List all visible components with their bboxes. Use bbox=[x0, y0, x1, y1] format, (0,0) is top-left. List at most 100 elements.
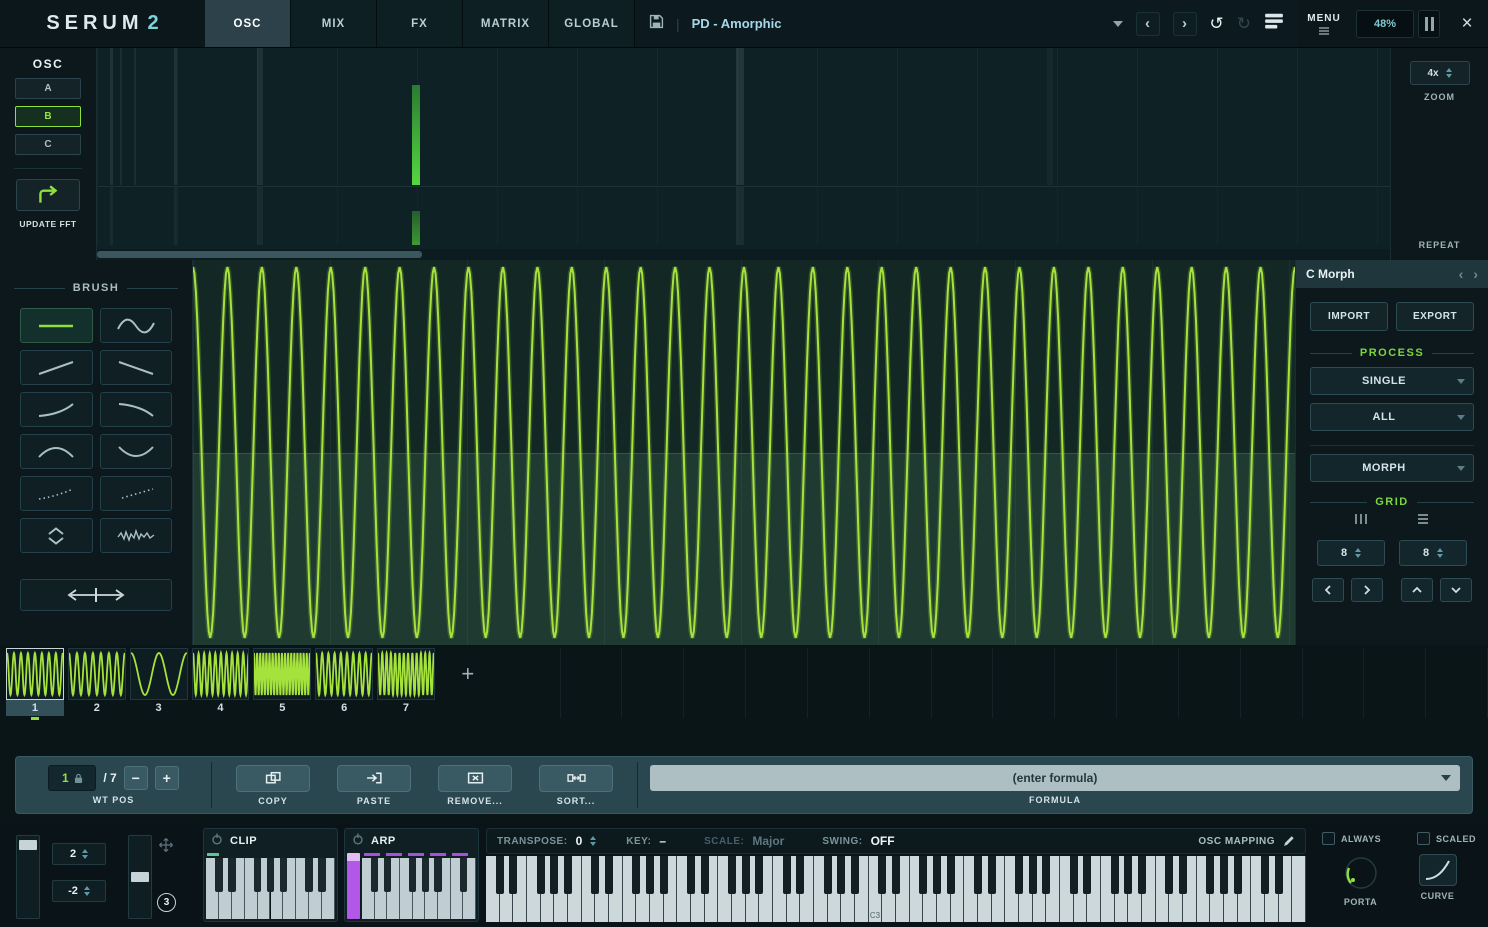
swing-value[interactable]: OFF bbox=[871, 834, 895, 848]
move-icon[interactable] bbox=[158, 837, 174, 858]
piano-black-key[interactable] bbox=[228, 858, 235, 892]
osc-c-button[interactable]: C bbox=[15, 134, 81, 155]
arp-mini-keyboard[interactable] bbox=[362, 858, 476, 919]
piano-black-key[interactable] bbox=[1124, 856, 1132, 894]
sort-button[interactable] bbox=[539, 765, 613, 792]
piano-black-key[interactable] bbox=[460, 858, 467, 892]
scale-value[interactable]: Major bbox=[752, 834, 784, 848]
nudge-up-button[interactable] bbox=[1401, 578, 1433, 602]
tab-fx[interactable]: FX bbox=[377, 0, 463, 47]
add-frame-button[interactable]: + bbox=[439, 648, 497, 700]
piano-black-key[interactable] bbox=[701, 856, 709, 894]
piano-black-key[interactable] bbox=[280, 858, 287, 892]
brush-ramp-up-button[interactable] bbox=[20, 350, 93, 385]
fft-zoom-stepper[interactable]: 4x bbox=[1410, 61, 1470, 85]
morph-prev-button[interactable]: ‹ bbox=[1459, 266, 1464, 282]
piano-keyboard[interactable]: C3 bbox=[486, 856, 1306, 922]
brush-line-button[interactable] bbox=[20, 308, 93, 343]
stepper-arrows-icon[interactable] bbox=[1446, 68, 1452, 78]
voices-badge[interactable]: 3 bbox=[157, 893, 176, 912]
tab-matrix[interactable]: MATRIX bbox=[463, 0, 549, 47]
piano-white-key[interactable] bbox=[1292, 856, 1306, 922]
piano-black-key[interactable] bbox=[1111, 856, 1119, 894]
power-icon[interactable] bbox=[211, 832, 223, 850]
piano-black-key[interactable] bbox=[537, 856, 545, 894]
grid-columns-icon[interactable] bbox=[1353, 512, 1369, 530]
piano-black-key[interactable] bbox=[796, 856, 804, 894]
piano-black-key[interactable] bbox=[1179, 856, 1187, 894]
unison-slider[interactable] bbox=[16, 835, 40, 919]
wavetable-frame[interactable]: 2 bbox=[68, 648, 126, 716]
brush-noise-button[interactable] bbox=[100, 518, 173, 553]
piano-black-key[interactable] bbox=[1275, 856, 1283, 894]
osc-a-button[interactable]: A bbox=[15, 78, 81, 99]
piano-black-key[interactable] bbox=[318, 858, 325, 892]
piano-black-key[interactable] bbox=[1165, 856, 1173, 894]
piano-black-key[interactable] bbox=[605, 856, 613, 894]
curve-button[interactable] bbox=[1419, 854, 1457, 886]
piano-black-key[interactable] bbox=[591, 856, 599, 894]
tab-global[interactable]: GLOBAL bbox=[549, 0, 635, 47]
preset-name[interactable]: PD - Amorphic bbox=[692, 16, 782, 31]
osc-mapping-button[interactable]: OSC MAPPING bbox=[1198, 835, 1295, 847]
arp-velocity-bar[interactable] bbox=[347, 853, 360, 919]
brush-curve-up-button[interactable] bbox=[20, 392, 93, 427]
remove-button[interactable] bbox=[438, 765, 512, 792]
copy-button[interactable] bbox=[236, 765, 310, 792]
wt-pos-value-box[interactable]: 1 bbox=[48, 765, 96, 791]
frame-thumbnail[interactable] bbox=[253, 648, 311, 700]
piano-black-key[interactable] bbox=[783, 856, 791, 894]
scaled-checkbox-group[interactable]: SCALED bbox=[1417, 832, 1476, 845]
process-target-dropdown[interactable]: ALL bbox=[1310, 403, 1474, 431]
grid-rows-stepper[interactable]: 8 bbox=[1399, 540, 1467, 566]
piano-black-key[interactable] bbox=[254, 858, 261, 892]
piano-black-key[interactable] bbox=[422, 858, 429, 892]
tab-osc[interactable]: OSC bbox=[205, 0, 291, 47]
piano-black-key[interactable] bbox=[824, 856, 832, 894]
brush-ramp-down-button[interactable] bbox=[100, 350, 173, 385]
piano-black-key[interactable] bbox=[974, 856, 982, 894]
frame-thumbnail[interactable] bbox=[315, 648, 373, 700]
piano-black-key[interactable] bbox=[1015, 856, 1023, 894]
piano-black-key[interactable] bbox=[947, 856, 955, 894]
brush-dotted-ramp-steep-button[interactable] bbox=[100, 476, 173, 511]
scaled-checkbox[interactable] bbox=[1417, 832, 1430, 845]
morph-next-button[interactable]: › bbox=[1473, 266, 1478, 282]
export-button[interactable]: EXPORT bbox=[1396, 302, 1474, 331]
piano-black-key[interactable] bbox=[434, 858, 441, 892]
unison-stepper[interactable]: 2 bbox=[52, 843, 106, 865]
grid-rows-icon[interactable] bbox=[1415, 512, 1431, 530]
piano-black-key[interactable] bbox=[1070, 856, 1078, 894]
wavetable-frame[interactable]: 7 bbox=[377, 648, 435, 716]
wt-pos-plus-button[interactable]: + bbox=[155, 766, 179, 790]
piano-black-key[interactable] bbox=[215, 858, 222, 892]
piano-black-key[interactable] bbox=[851, 856, 859, 894]
key-value[interactable]: – bbox=[659, 834, 666, 848]
piano-black-key[interactable] bbox=[496, 856, 504, 894]
piano-black-key[interactable] bbox=[509, 856, 517, 894]
stepper-arrows-icon[interactable] bbox=[1437, 548, 1443, 558]
power-icon[interactable] bbox=[352, 832, 364, 850]
waveform-display[interactable] bbox=[193, 260, 1295, 645]
stepper-arrows-icon[interactable] bbox=[1355, 548, 1361, 558]
fft-phase-area[interactable] bbox=[97, 186, 1390, 245]
frame-thumbnail[interactable] bbox=[68, 648, 126, 700]
piano-black-key[interactable] bbox=[1234, 856, 1242, 894]
always-checkbox-group[interactable]: ALWAYS bbox=[1322, 832, 1381, 845]
brush-curve-down-button[interactable] bbox=[100, 392, 173, 427]
piano-black-key[interactable] bbox=[632, 856, 640, 894]
always-checkbox[interactable] bbox=[1322, 832, 1335, 845]
redo-button[interactable]: ↻ bbox=[1237, 14, 1251, 34]
undo-button[interactable]: ↺ bbox=[1210, 14, 1224, 34]
brush-sine-button[interactable] bbox=[100, 308, 173, 343]
fft-magnitude-area[interactable] bbox=[97, 48, 1390, 185]
brush-expand-button[interactable] bbox=[20, 518, 93, 553]
detune-stepper[interactable]: -2 bbox=[52, 880, 106, 902]
frame-thumbnail[interactable] bbox=[192, 648, 250, 700]
brush-dotted-ramp-button[interactable] bbox=[20, 476, 93, 511]
layers-icon[interactable] bbox=[1264, 12, 1284, 35]
piano-black-key[interactable] bbox=[687, 856, 695, 894]
lock-icon[interactable] bbox=[74, 773, 83, 784]
piano-black-key[interactable] bbox=[878, 856, 886, 894]
transpose-stepper-icon[interactable] bbox=[590, 836, 596, 846]
